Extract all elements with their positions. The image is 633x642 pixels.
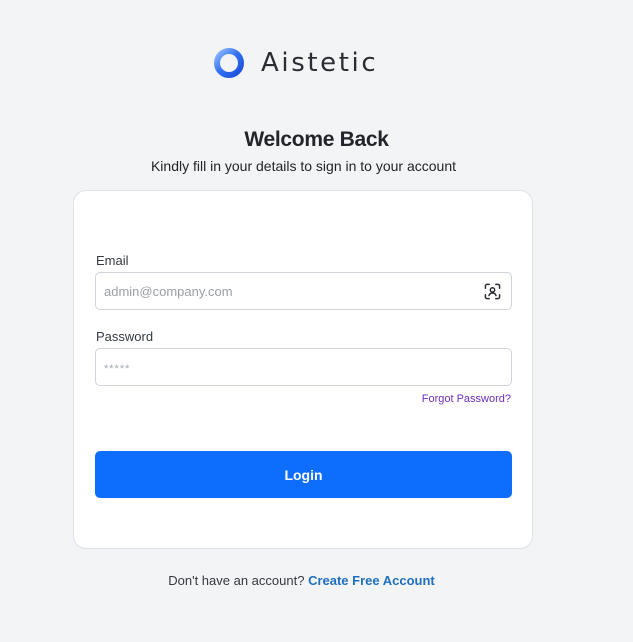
brand-logo: Aistetic (213, 45, 378, 81)
signup-prompt-text: Don't have an account? (168, 573, 309, 588)
create-account-link[interactable]: Create Free Account (308, 573, 435, 588)
email-label: Email (96, 253, 129, 268)
email-field-wrapper (95, 272, 512, 310)
password-label: Password (96, 329, 154, 344)
password-field-wrapper (95, 348, 512, 386)
email-input[interactable] (96, 273, 511, 309)
page-title: Welcome Back (244, 128, 389, 151)
page-subtitle: Kindly fill in your details to sign in t… (150, 158, 457, 174)
brand-name: Aistetic (261, 48, 379, 78)
ring-logo-icon (214, 48, 244, 78)
forgot-password-link[interactable]: Forgot Password? (422, 392, 511, 406)
login-card: Email Password Forgot Password? Login (73, 190, 533, 549)
face-scan-icon[interactable] (484, 283, 501, 300)
password-input[interactable] (96, 349, 511, 385)
signup-prompt: Don't have an account? Create Free Accou… (0, 572, 603, 589)
login-button[interactable]: Login (95, 451, 512, 498)
